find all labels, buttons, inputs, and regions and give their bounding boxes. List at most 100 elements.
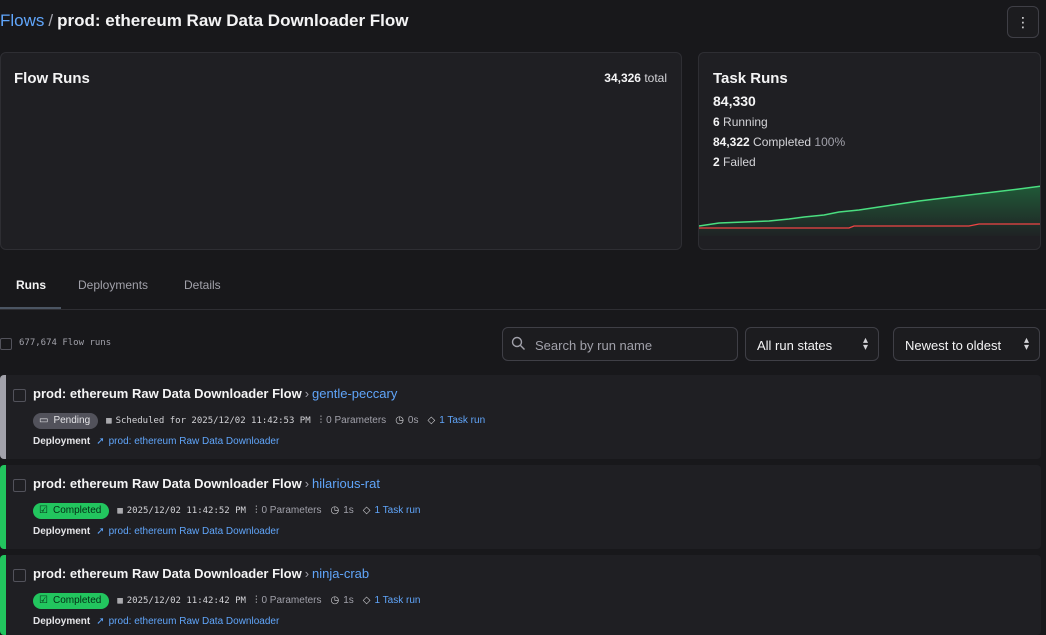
run-name-link[interactable]: gentle-peccary — [312, 386, 397, 401]
state-label: Completed — [52, 595, 102, 606]
state-badge: ☑ Completed — [33, 592, 110, 609]
run-parameters[interactable]: ⫶ 0 Parameters — [320, 415, 387, 426]
task-run-icon: ◇ — [427, 415, 436, 426]
run-checkbox[interactable] — [13, 389, 26, 402]
clock-icon: ◷ — [330, 505, 340, 516]
flow-run-row[interactable]: prod: ethereum Raw Data Downloader Flow ›… — [0, 465, 1041, 549]
run-state-stripe — [0, 555, 6, 635]
deployment-label: Deployment — [33, 526, 91, 537]
flow-runs-title: Flow Runs — [14, 70, 90, 87]
deployment-label: Deployment — [33, 436, 91, 447]
runs-toolbar: 677,674 Flow runs All run states ▴▾ Newe… — [0, 326, 1046, 362]
run-checkbox[interactable] — [13, 479, 26, 492]
run-task-runs[interactable]: ◇ 1 Task run — [363, 595, 421, 606]
run-duration: ◷ 1s — [331, 505, 354, 516]
run-task-runs[interactable]: ◇ 1 Task run — [363, 505, 421, 516]
more-options-button[interactable]: ⋮ — [1007, 6, 1039, 38]
page-title: prod: ethereum Raw Data Downloader Flow — [57, 11, 409, 30]
run-duration-value: 1s — [343, 595, 354, 606]
active-tab-indicator — [0, 307, 61, 309]
run-duration: ◷ 1s — [331, 595, 354, 606]
flow-runs-total-suffix: total — [644, 71, 667, 85]
breadcrumb-flows-link[interactable]: Flows — [0, 11, 44, 30]
sort-select-value: Newest to oldest — [905, 338, 1002, 353]
tab-details[interactable]: Details — [184, 278, 221, 292]
flow-run-row[interactable]: prod: ethereum Raw Data Downloader Flow ›… — [0, 555, 1041, 635]
deployment-link[interactable]: prod: ethereum Raw Data Downloader — [109, 616, 280, 627]
tab-bar: Runs Deployments Details — [0, 268, 1046, 310]
run-title: prod: ethereum Raw Data Downloader Flow ›… — [33, 386, 397, 401]
task-runs-failed: 2 Failed — [713, 155, 756, 169]
rocket-icon: ➚ — [96, 436, 105, 447]
run-state-filter-value: All run states — [757, 338, 833, 353]
run-parameters[interactable]: ⫶ 0 Parameters — [255, 595, 322, 606]
chevron-right-icon: › — [304, 386, 310, 401]
sliders-icon: ⫶ — [319, 415, 323, 426]
task-run-icon: ◇ — [362, 505, 371, 516]
rocket-icon: ➚ — [96, 526, 105, 537]
page-header: Flows / prod: ethereum Raw Data Downloader… — [0, 0, 1046, 44]
vertical-ellipsis-icon: ⋮ — [1016, 14, 1030, 30]
completed-count: 84,322 — [713, 135, 750, 149]
deployment-link[interactable]: prod: ethereum Raw Data Downloader — [109, 526, 280, 537]
search-icon — [511, 336, 526, 356]
task-runs-title: Task Runs — [713, 70, 788, 87]
flow-name[interactable]: prod: ethereum Raw Data Downloader Flow — [33, 566, 302, 581]
run-state-stripe — [0, 465, 6, 549]
run-time-value: Scheduled for 2025/12/02 11:42:53 PM — [115, 415, 311, 426]
run-task-runs[interactable]: ◇ 1 Task run — [427, 415, 485, 426]
failed-label: Failed — [723, 155, 756, 169]
flow-runs-card: Flow Runs 34,326 total — [0, 52, 682, 250]
run-name-link[interactable]: ninja-crab — [312, 566, 369, 581]
run-parameters-value: 0 Parameters — [261, 595, 322, 606]
flow-runs-total-value: 34,326 — [604, 71, 641, 85]
deployment-link[interactable]: prod: ethereum Raw Data Downloader — [109, 436, 280, 447]
flow-run-count: 677,674 Flow runs — [19, 338, 112, 348]
run-parameters-value: 0 Parameters — [261, 505, 322, 516]
pending-icon: ▭ — [39, 415, 49, 426]
completed-percent: 100% — [814, 135, 846, 149]
search-box[interactable] — [502, 327, 738, 361]
rocket-icon: ➚ — [96, 616, 105, 627]
run-state-filter[interactable]: All run states ▴ ▾ — [745, 327, 879, 361]
run-duration: ◷ 0s — [395, 415, 418, 426]
chevron-right-icon: › — [304, 476, 310, 491]
run-task-runs-value: 1 Task run — [439, 415, 486, 426]
flow-run-row[interactable]: prod: ethereum Raw Data Downloader Flow ›… — [0, 375, 1041, 459]
chevron-right-icon: › — [304, 566, 310, 581]
task-runs-total: 84,330 — [713, 93, 756, 109]
run-checkbox[interactable] — [13, 569, 26, 582]
sliders-icon: ⫶ — [254, 505, 258, 516]
sort-select[interactable]: Newest to oldest ▴ ▾ — [893, 327, 1040, 361]
run-duration-value: 0s — [407, 415, 419, 426]
flow-runs-total: 34,326 total — [604, 71, 667, 85]
clock-icon: ◷ — [330, 595, 340, 606]
running-label: Running — [723, 115, 768, 129]
search-input[interactable] — [535, 335, 731, 355]
running-count: 6 — [713, 115, 720, 129]
run-meta: ▭ Pending ▦ Scheduled for 2025/12/02 11:42… — [33, 412, 494, 429]
tab-runs[interactable]: Runs — [16, 278, 46, 292]
select-all-checkbox[interactable] — [0, 338, 12, 350]
calendar-icon: ▦ — [117, 595, 123, 606]
run-parameters[interactable]: ⫶ 0 Parameters — [255, 505, 322, 516]
completed-label: Completed — [753, 135, 812, 149]
run-time-value: 2025/12/02 11:42:52 PM — [126, 505, 246, 516]
failed-count: 2 — [713, 155, 720, 169]
state-label: Completed — [52, 505, 102, 516]
run-deployment: Deployment ➚ prod: ethereum Raw Data Downl… — [33, 526, 279, 537]
run-task-runs-value: 1 Task run — [374, 505, 421, 516]
calendar-icon: ▦ — [106, 415, 112, 426]
flow-name[interactable]: prod: ethereum Raw Data Downloader Flow — [33, 476, 302, 491]
tab-deployments[interactable]: Deployments — [78, 278, 148, 292]
run-title: prod: ethereum Raw Data Downloader Flow ›… — [33, 476, 380, 491]
breadcrumb: Flows / prod: ethereum Raw Data Downloader… — [0, 11, 409, 31]
run-name-link[interactable]: hilarious-rat — [312, 476, 380, 491]
task-runs-sparkline — [699, 185, 1040, 236]
flow-name[interactable]: prod: ethereum Raw Data Downloader Flow — [33, 386, 302, 401]
run-duration-value: 1s — [343, 505, 354, 516]
task-run-icon: ◇ — [362, 595, 371, 606]
run-time: ▦ 2025/12/02 11:42:52 PM — [117, 506, 246, 516]
task-runs-completed: 84,322 Completed 100% — [713, 135, 845, 149]
clock-icon: ◷ — [395, 415, 404, 426]
